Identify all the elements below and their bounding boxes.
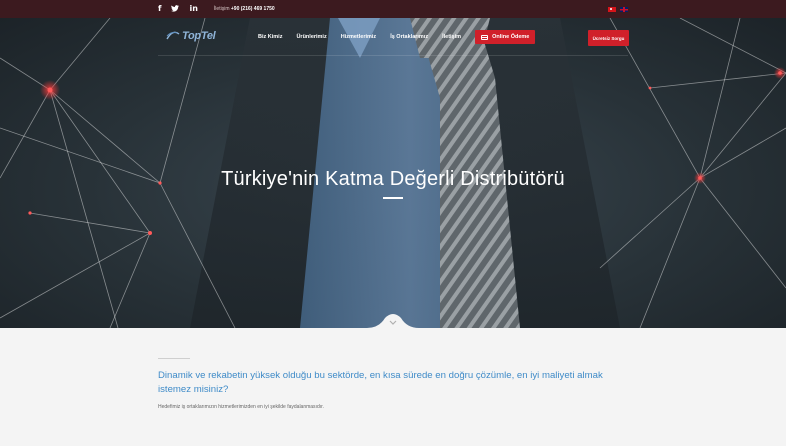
- free-quote-button[interactable]: Ücretsiz Sorgu: [588, 30, 629, 46]
- phone-number[interactable]: +90 (216) 469 1750: [231, 6, 275, 12]
- turkish-flag-icon[interactable]: [608, 6, 616, 12]
- contact-info: İletişim +90 (216) 469 1750: [214, 6, 275, 12]
- navbar-divider: [158, 55, 628, 56]
- nav-item-iletisim[interactable]: İletişim: [442, 34, 461, 40]
- linkedin-icon[interactable]: in: [189, 5, 197, 13]
- section-divider: [158, 358, 190, 359]
- intro-section: Dinamik ve rekabetin yüksek olduğu bu se…: [0, 328, 786, 446]
- toptel-logo[interactable]: TopTel: [166, 30, 216, 42]
- logo-mark-icon: [166, 31, 180, 40]
- credit-card-icon: [481, 34, 489, 40]
- logo-text: TopTel: [182, 30, 216, 42]
- facebook-icon[interactable]: f: [158, 5, 161, 13]
- nav-item-biz-kimiz[interactable]: Biz Kimiz: [258, 34, 282, 40]
- hero-title: Türkiye'nin Katma Değerli Distribütörü: [221, 168, 565, 190]
- intro-subtext: Hedefimiz iş ortaklarımızın hizmetlerimi…: [158, 404, 324, 410]
- online-payment-button[interactable]: Online Ödeme: [475, 30, 536, 44]
- hero-banner: TopTel Biz Kimiz Ürünlerimiz Hizmetlerim…: [0, 18, 786, 328]
- top-bar: f in İletişim +90 (216) 469 1750: [0, 0, 786, 18]
- twitter-icon[interactable]: [171, 4, 180, 14]
- language-switcher: [608, 6, 628, 12]
- online-payment-label: Online Ödeme: [492, 34, 530, 40]
- hero-title-underline: [383, 197, 403, 199]
- contact-label: İletişim: [213, 6, 230, 12]
- intro-tagline: Dinamik ve rekabetin yüksek olduğu bu se…: [158, 370, 603, 395]
- chevron-down-icon[interactable]: [389, 320, 397, 326]
- main-navbar: TopTel Biz Kimiz Ürünlerimiz Hizmetlerim…: [0, 18, 786, 56]
- nav-item-is-ortaklarimiz[interactable]: İş Ortaklarımız: [390, 34, 428, 40]
- nav-menu: Biz Kimiz Ürünlerimiz Hizmetlerimiz İş O…: [258, 30, 536, 44]
- nav-item-urunlerimiz[interactable]: Ürünlerimiz: [296, 34, 326, 40]
- nav-item-hizmetlerimiz[interactable]: Hizmetlerimiz: [341, 34, 376, 40]
- english-flag-icon[interactable]: [620, 6, 628, 12]
- social-links: f in: [158, 5, 198, 14]
